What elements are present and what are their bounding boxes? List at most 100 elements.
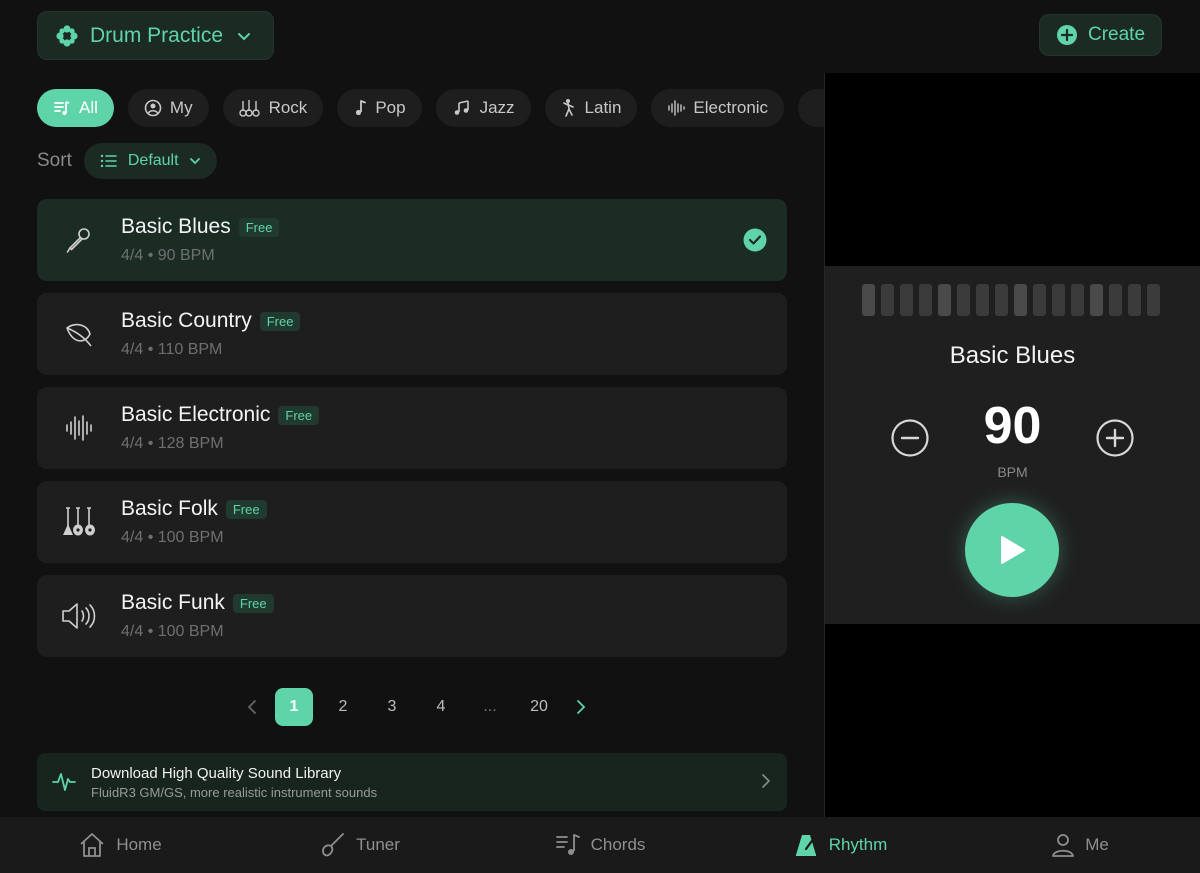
page-button[interactable]: 3 <box>373 688 411 726</box>
rhythm-title: Basic Folk <box>121 497 218 520</box>
beat-bar <box>1014 284 1027 316</box>
nav-label: Home <box>116 835 162 854</box>
player-title: Basic Blues <box>949 342 1076 369</box>
app-title: Drum Practice <box>90 23 224 47</box>
bottom-nav: Home Tuner Chords Rhythm Me <box>0 817 1200 873</box>
rhythm-title: Basic Funk <box>121 591 225 614</box>
pulse-icon <box>52 773 76 791</box>
nav-label: Rhythm <box>828 835 888 854</box>
banner-subtitle: FluidR3 GM/GS, more realistic instrument… <box>91 784 378 800</box>
tab-all[interactable]: All <box>37 89 114 127</box>
waveform-icon <box>668 100 686 116</box>
sort-label: Sort <box>37 150 72 171</box>
rhythm-item[interactable]: Basic Folk Free 4/4 • 100 BPM <box>37 481 787 563</box>
next-page-button[interactable] <box>569 688 593 726</box>
rhythm-item[interactable]: Basic Country Free 4/4 • 110 BPM <box>37 293 787 375</box>
beat-bar <box>1071 284 1084 316</box>
nav-tuner[interactable]: Tuner <box>240 817 480 873</box>
beat-bar <box>862 284 875 316</box>
beat-bar <box>881 284 894 316</box>
sort-value: Default <box>127 152 179 169</box>
home-icon <box>80 833 104 857</box>
tab-more[interactable] <box>798 89 824 127</box>
sort-dropdown[interactable]: Default <box>83 143 217 179</box>
create-button[interactable]: Create <box>1039 14 1162 56</box>
nav-label: Chords <box>590 835 646 854</box>
nav-label: Tuner <box>356 835 400 854</box>
tab-rock[interactable]: Rock <box>222 89 324 127</box>
play-icon <box>1001 536 1025 564</box>
chords-icon <box>555 834 580 855</box>
sound-library-banner[interactable]: Download High Quality Sound Library Flui… <box>37 753 787 811</box>
page-ellipsis: ... <box>483 698 497 715</box>
prev-page-button[interactable] <box>240 688 264 726</box>
beat-bar <box>1109 284 1122 316</box>
waveform-icon <box>66 415 92 441</box>
rhythm-meta: 4/4 • 100 BPM <box>121 529 224 546</box>
bpm-value: 90 <box>983 397 1042 455</box>
chevron-down-icon <box>238 32 251 40</box>
play-button[interactable] <box>965 503 1059 597</box>
tab-pop[interactable]: Pop <box>337 89 422 127</box>
tuner-icon <box>322 833 345 857</box>
beat-indicator <box>862 284 1160 316</box>
check-circle-icon <box>743 228 767 252</box>
music-note-icon <box>356 100 367 116</box>
beat-bar <box>1033 284 1046 316</box>
rhythm-meta: 4/4 • 110 BPM <box>121 341 223 358</box>
tab-electronic[interactable]: Electronic <box>651 89 785 127</box>
metronome-icon <box>795 835 816 856</box>
player-panel: Basic Blues 90 BPM <box>825 73 1200 817</box>
tab-label: Rock <box>268 98 308 117</box>
page-button[interactable]: 20 <box>520 688 558 726</box>
tab-jazz[interactable]: Jazz <box>435 89 531 127</box>
free-badge: Free <box>232 593 274 613</box>
tab-label: My <box>169 98 193 117</box>
rhythm-item[interactable]: Basic Electronic Free 4/4 • 128 BPM <box>37 387 787 469</box>
nav-chords[interactable]: Chords <box>480 817 720 873</box>
nav-me[interactable]: Me <box>960 817 1200 873</box>
beat-bar <box>1147 284 1160 316</box>
free-badge: Free <box>238 217 280 237</box>
nav-label: Me <box>1085 835 1109 854</box>
bpm-label: BPM <box>997 464 1028 480</box>
plus-circle-icon[interactable] <box>1095 418 1135 458</box>
page-button[interactable]: 1 <box>275 688 313 726</box>
tab-my[interactable]: My <box>127 89 209 127</box>
rhythm-item[interactable]: Basic Funk Free 4/4 • 100 BPM <box>37 575 787 657</box>
chevron-left-icon <box>247 700 256 714</box>
beat-bar <box>1052 284 1065 316</box>
nav-home[interactable]: Home <box>0 817 240 873</box>
tab-label: Latin <box>584 98 622 117</box>
dancer-icon <box>562 99 574 117</box>
rhythm-browser: All My Rock Pop Jazz Latin Electronic So… <box>0 73 824 817</box>
person-icon <box>1052 834 1075 857</box>
free-badge: Free <box>225 499 267 519</box>
tab-label: All <box>79 98 98 117</box>
rhythm-player: Basic Blues 90 BPM <box>825 266 1200 624</box>
tab-latin[interactable]: Latin <box>544 89 638 127</box>
tab-label: Electronic <box>693 98 769 117</box>
chevron-right-icon <box>762 774 771 788</box>
free-badge: Free <box>278 405 320 425</box>
microphone-icon <box>66 228 90 253</box>
beat-bar <box>919 284 932 316</box>
free-badge: Free <box>259 311 301 331</box>
page-button[interactable]: 2 <box>324 688 362 726</box>
flower-icon <box>56 24 78 47</box>
beat-bar <box>957 284 970 316</box>
guitars-icon <box>238 100 260 117</box>
beat-bar <box>1128 284 1141 316</box>
banner-title: Download High Quality Sound Library <box>91 764 342 782</box>
nav-rhythm[interactable]: Rhythm <box>720 817 960 873</box>
beat-bar <box>995 284 1008 316</box>
list-icon <box>100 154 117 168</box>
app-switcher-button[interactable]: Drum Practice <box>37 11 274 60</box>
guitars-icon <box>63 507 95 536</box>
speaker-icon <box>62 603 96 629</box>
rhythm-item[interactable]: Basic Blues Free 4/4 • 90 BPM <box>37 199 787 281</box>
genre-tabs: All My Rock Pop Jazz Latin Electronic <box>37 89 824 127</box>
rhythm-meta: 4/4 • 90 BPM <box>121 247 215 264</box>
rhythm-title: Basic Blues <box>121 215 231 238</box>
page-button[interactable]: 4 <box>422 688 460 726</box>
